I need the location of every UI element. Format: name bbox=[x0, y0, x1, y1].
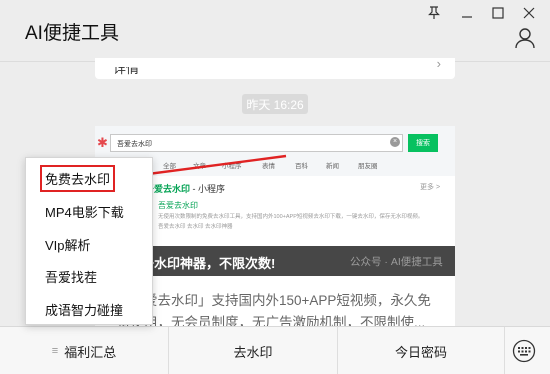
submenu-item-vip-parse[interactable]: VIp解析 bbox=[26, 228, 154, 261]
mock-category: 表情 bbox=[262, 163, 275, 170]
mock-search-box: 吾爱去水印 bbox=[110, 134, 403, 152]
mock-result-description: 无使用次数限制的免费去水印工具，支持国内外100+APP短视频去水印下载，一键去… bbox=[158, 214, 424, 220]
submenu-item-label: 吾爱找茬 bbox=[45, 270, 98, 285]
menu-label: 去水印 bbox=[233, 344, 273, 360]
submenu-item-label: 免费去水印 bbox=[40, 165, 116, 192]
window-title: AI便捷工具 bbox=[25, 23, 119, 44]
bottom-menu-bar: ≡ 福利汇总 去水印 今日密码 bbox=[0, 326, 550, 374]
previous-card-label: 详情 bbox=[113, 61, 140, 76]
previous-article-card[interactable]: 详情 › bbox=[95, 56, 455, 79]
wechat-search-logo-icon: ✱ bbox=[97, 135, 108, 150]
mock-category: 新闻 bbox=[326, 163, 339, 170]
menu-fuli-huizong[interactable]: ≡ 福利汇总 bbox=[0, 327, 168, 374]
menu-label: 今日密码 bbox=[394, 344, 447, 360]
mock-result-tags: 吾爱去水印 去水印 去水印神器 bbox=[158, 224, 233, 230]
submenu-item-find-difference[interactable]: 吾爱找茬 bbox=[26, 260, 154, 293]
mock-category: 小程序 bbox=[222, 163, 242, 170]
menu-qu-shuiyin[interactable]: 去水印 bbox=[169, 327, 337, 374]
menu-label: 福利汇总 bbox=[64, 344, 117, 360]
mock-category: 文章 bbox=[193, 163, 206, 170]
submenu-item-label: MP4电影下载 bbox=[45, 205, 124, 220]
hamburger-icon: ≡ bbox=[51, 345, 59, 357]
message-timestamp: 昨天 16:26 bbox=[242, 94, 308, 114]
mock-category: 百科 bbox=[295, 163, 308, 170]
mock-result-title: 吾爱去水印 - 小程序 bbox=[145, 184, 226, 194]
cover-banner-text: 去水印神器，不限次数! bbox=[141, 256, 276, 271]
profile-icon[interactable] bbox=[514, 27, 536, 49]
mock-result-name: 吾爱去水印 bbox=[158, 201, 198, 210]
mock-search-button: 搜索 bbox=[408, 134, 438, 152]
mock-category: 朋友圈 bbox=[358, 163, 378, 170]
chevron-right-icon: › bbox=[436, 56, 441, 71]
mock-category-bar: 全部 文章 小程序 表情 百科 新闻 朋友圈 bbox=[163, 160, 453, 172]
minimize-icon[interactable] bbox=[456, 4, 478, 22]
keyboard-icon[interactable] bbox=[512, 339, 536, 363]
submenu-item-label: 成语智力碰撞 bbox=[45, 303, 124, 318]
menu-divider bbox=[504, 327, 505, 374]
submenu-item-label: VIp解析 bbox=[45, 238, 91, 253]
window-header: AI便捷工具 bbox=[0, 0, 550, 62]
mock-more-link: 更多 > bbox=[420, 184, 441, 191]
menu-jinri-mima[interactable]: 今日密码 bbox=[338, 327, 504, 374]
submenu-item-idiom-game[interactable]: 成语智力碰撞 bbox=[26, 293, 154, 326]
cover-watermark: 公众号 · AI便捷工具 bbox=[350, 256, 443, 268]
article-summary: 「吾爱去水印」支持国内外150+APP短视频，永久免费使用，无会员制度，无广告激… bbox=[117, 293, 431, 326]
popup-submenu: 免费去水印 MP4电影下载 VIp解析 吾爱找茬 成语智力碰撞 bbox=[25, 157, 153, 325]
clear-icon: × bbox=[390, 137, 400, 147]
pin-icon[interactable] bbox=[423, 4, 445, 22]
close-icon[interactable] bbox=[518, 4, 540, 22]
maximize-icon[interactable] bbox=[487, 4, 509, 22]
submenu-item-mp4-download[interactable]: MP4电影下载 bbox=[26, 195, 154, 228]
submenu-item-free-watermark-removal[interactable]: 免费去水印 bbox=[26, 162, 154, 195]
mock-category: 全部 bbox=[163, 163, 176, 170]
